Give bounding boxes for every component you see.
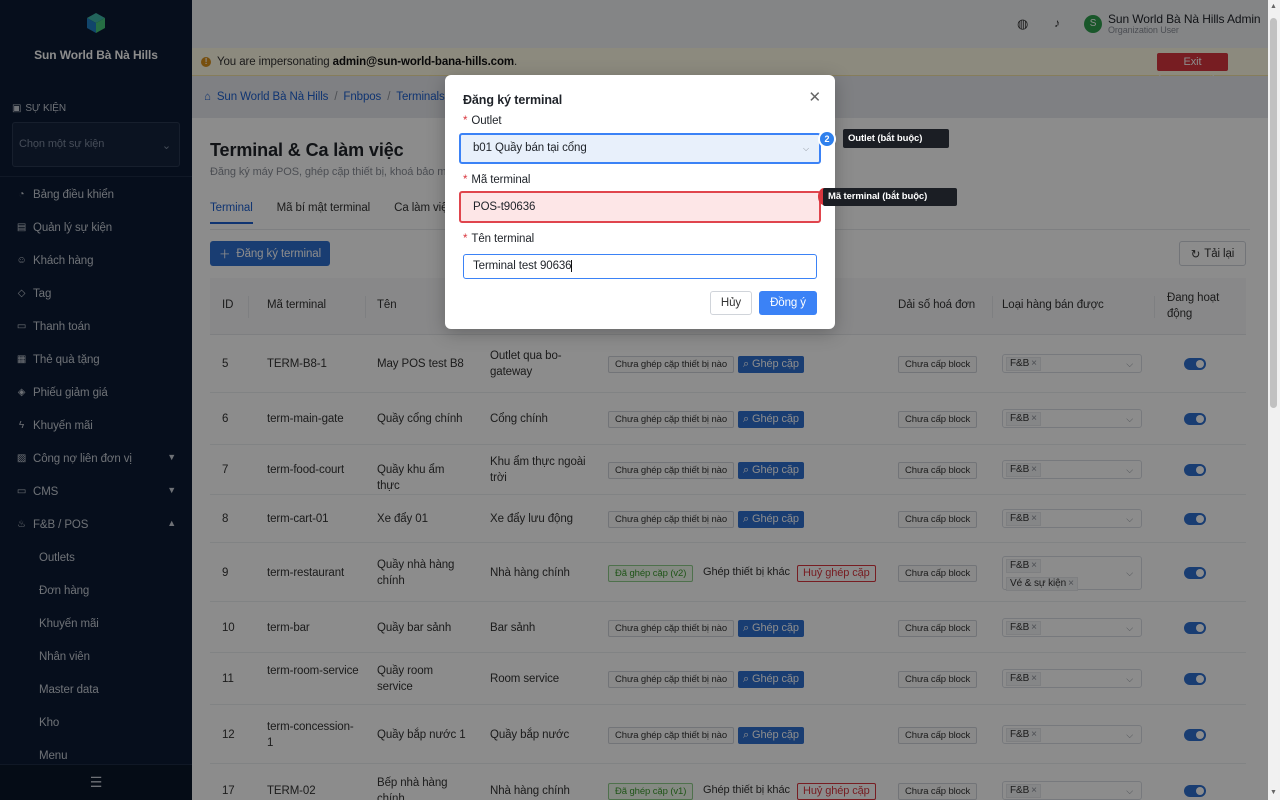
terminal-code-input[interactable]: POS-t90636 (459, 191, 821, 223)
name-label-text: Tên terminal (471, 233, 535, 245)
text-caret (571, 260, 573, 272)
code-tooltip: Mã terminal (bắt buộc) (823, 188, 957, 206)
terminal-name-value: Terminal test 90636 (473, 260, 572, 273)
register-terminal-modal: Đăng ký terminal ✕ * Outlet b01 Quầy bán … (445, 75, 835, 329)
name-label: * Tên terminal (463, 233, 534, 245)
modal-title: Đăng ký terminal (463, 93, 563, 107)
chevron-down-icon: ⌵ (803, 144, 809, 153)
step-badge: 2 (818, 130, 836, 148)
required-mark: * (463, 174, 468, 186)
outlet-label-text: Outlet (471, 115, 502, 127)
close-icon[interactable]: ✕ (809, 88, 822, 106)
outlet-select-value: b01 Quầy bán tại cổng (473, 142, 587, 154)
outlet-tooltip: Outlet (bắt buộc) (843, 129, 949, 148)
cancel-button[interactable]: Hủy (710, 291, 752, 315)
terminal-name-input[interactable]: Terminal test 90636 (463, 254, 817, 279)
scroll-up-icon[interactable]: ▲ (1270, 3, 1277, 10)
ok-button[interactable]: Đồng ý (759, 291, 817, 315)
outlet-label: * Outlet (463, 115, 502, 127)
required-mark: * (463, 233, 468, 245)
scrollbar[interactable]: ▲ ▼ (1268, 0, 1280, 800)
outlet-select[interactable]: b01 Quầy bán tại cổng ⌵ (459, 133, 821, 164)
code-label: * Mã terminal (463, 174, 530, 186)
terminal-code-value: POS-t90636 (473, 201, 536, 213)
scroll-down-icon[interactable]: ▼ (1270, 789, 1277, 796)
scrollbar-thumb[interactable] (1270, 18, 1277, 408)
required-mark: * (463, 115, 468, 127)
code-label-text: Mã terminal (471, 174, 531, 186)
